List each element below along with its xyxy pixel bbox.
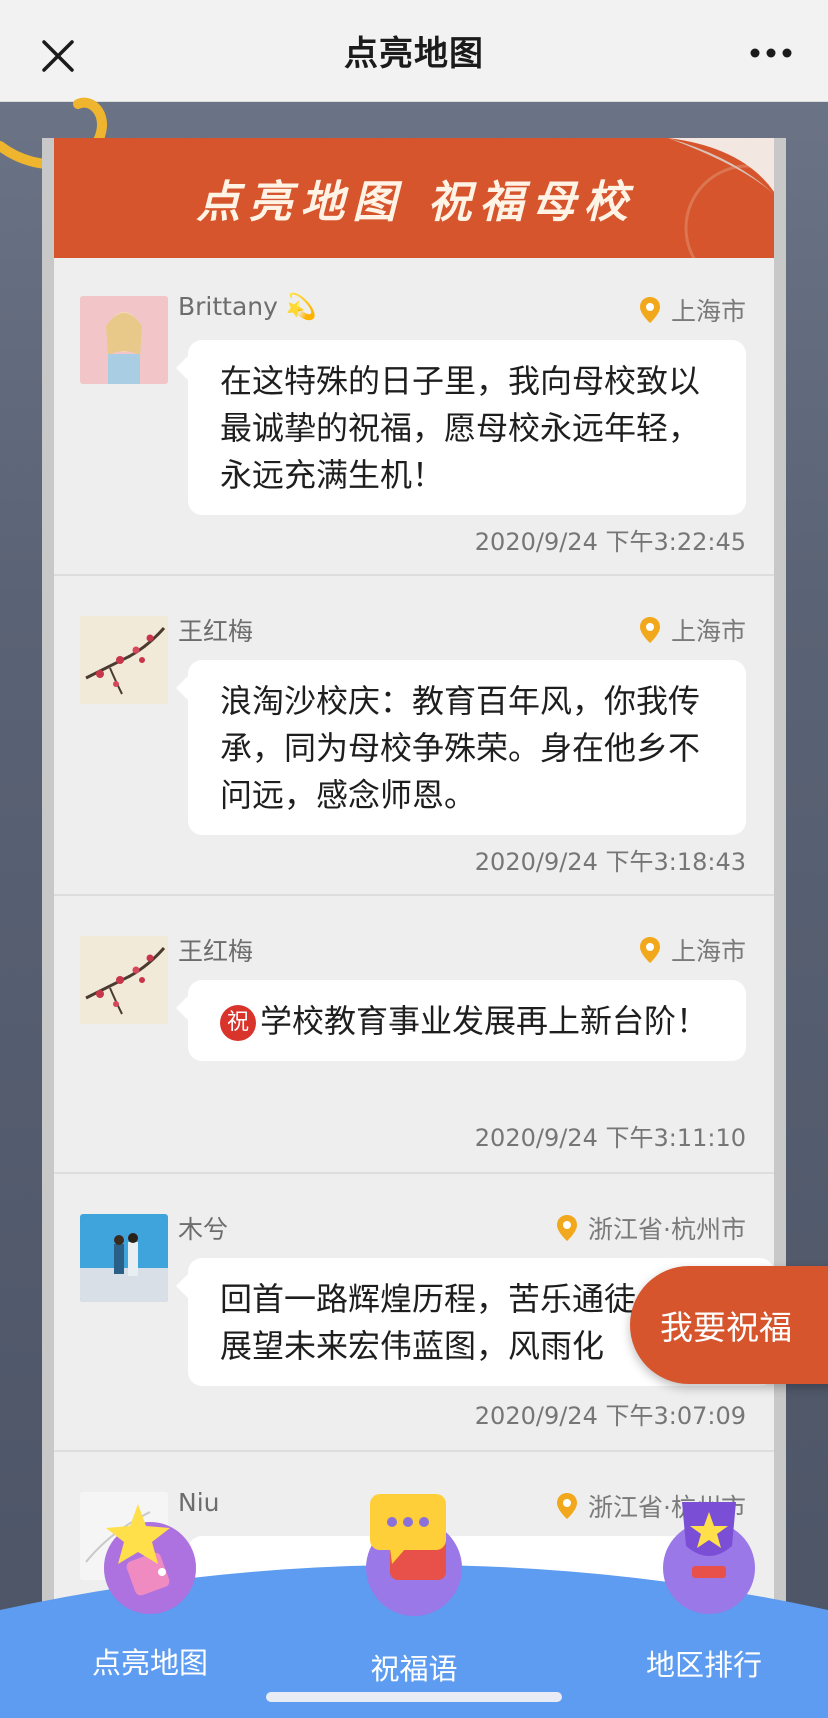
avatar — [80, 1214, 168, 1302]
avatar — [80, 296, 168, 384]
tab-light-map[interactable]: 点亮地图 — [50, 1504, 250, 1718]
location-text: 上海市 — [670, 297, 746, 326]
banner-title: 点亮地图 祝福母校 — [196, 177, 636, 228]
message-text: 学校教育事业发展再上新台阶！ — [260, 1002, 709, 1040]
location-pin-icon — [557, 1493, 578, 1519]
message-item: Brittany 💫 上海市 在这特殊的日子里，我向母校致以最诚挚的祝福，愿母校… — [54, 258, 774, 576]
timestamp: 2020/9/24 下午3:11:10 — [474, 1124, 746, 1152]
home-indicator[interactable] — [266, 1692, 562, 1702]
location: 上海市 — [639, 932, 746, 968]
avatar — [80, 936, 168, 1024]
location: 上海市 — [639, 612, 746, 648]
tab-label: 地区排行 — [645, 1648, 762, 1682]
wish-button[interactable]: 我要祝福 — [630, 1266, 828, 1384]
user-name: 王红梅 — [178, 937, 254, 966]
tab-region-rank[interactable]: 地区排行 — [604, 1502, 804, 1718]
nav-bar: 点亮地图 — [0, 0, 828, 102]
location-pin-icon — [639, 297, 660, 323]
location-text: 上海市 — [670, 937, 746, 966]
location-text: 浙江省·杭州市 — [588, 1215, 746, 1244]
star-map-icon — [104, 1504, 196, 1614]
location-pin-icon — [557, 1215, 578, 1241]
more-icon[interactable] — [748, 46, 794, 60]
location: 浙江省·杭州市 — [556, 1210, 746, 1246]
trophy-icon — [663, 1502, 755, 1614]
user-name: 木兮 — [178, 1215, 229, 1244]
close-icon[interactable] — [38, 36, 78, 76]
message-bubble: 在这特殊的日子里，我向母校致以最诚挚的祝福，愿母校永远年轻，永远充满生机！ — [176, 340, 746, 515]
timestamp: 2020/9/24 下午3:07:09 — [474, 1402, 746, 1430]
location-pin-icon — [639, 937, 660, 963]
location: 上海市 — [639, 292, 746, 328]
message-bubble: 浪淘沙校庆：教育百年风，你我传承，同为母校争殊荣。身在他乡不问远，感念师恩。 — [176, 660, 746, 835]
timestamp: 2020/9/24 下午3:22:45 — [474, 528, 746, 556]
message-item: 王红梅 上海市 祝学校教育事业发展再上新台阶！ 2020/9/24 下午3:11… — [54, 898, 774, 1174]
message-bubble: 祝学校教育事业发展再上新台阶！ — [176, 980, 746, 1061]
tab-label: 点亮地图 — [91, 1646, 208, 1680]
avatar — [80, 616, 168, 704]
page-curl-decoration — [668, 138, 774, 258]
chat-bubble-icon — [366, 1494, 462, 1616]
location-pin-icon — [639, 617, 660, 643]
blessing-badge-icon: 祝 — [220, 1005, 256, 1041]
user-name: 王红梅 — [178, 617, 254, 646]
location-text: 上海市 — [670, 617, 746, 646]
user-name: Brittany 💫 — [178, 292, 318, 321]
timestamp: 2020/9/24 下午3:18:43 — [474, 848, 746, 876]
page-title: 点亮地图 — [344, 34, 484, 74]
tab-label: 祝福语 — [370, 1652, 458, 1686]
message-item: 王红梅 上海市 浪淘沙校庆：教育百年风，你我传承，同为母校争殊荣。身在他乡不问远… — [54, 578, 774, 896]
banner: 点亮地图 祝福母校 — [54, 138, 774, 258]
blessing-card: 点亮地图 祝福母校 Brittany 💫 上海市 在这特殊的日子里，我向母校致以… — [42, 138, 786, 1718]
